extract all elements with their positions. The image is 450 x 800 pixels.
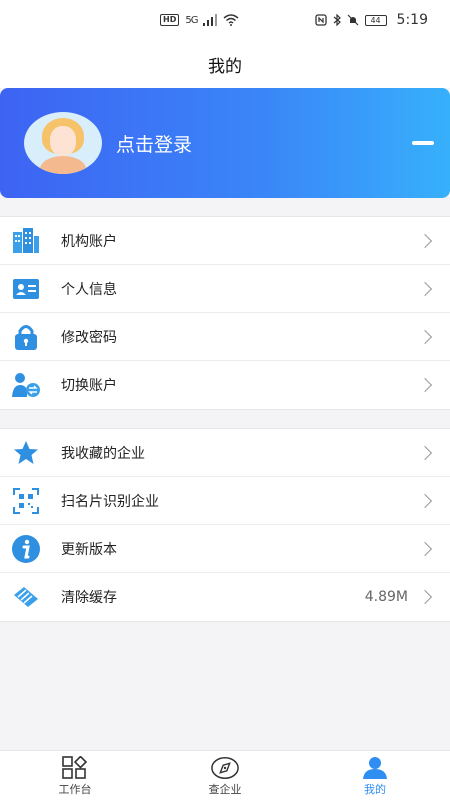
account-menu: 机构账户 个人信息 修改密码 切换账户: [0, 216, 450, 410]
id-card-icon: [11, 274, 41, 304]
menu-label: 我收藏的企业: [61, 445, 145, 462]
tab-label: 工作台: [58, 782, 92, 796]
login-link[interactable]: 点击登录: [116, 130, 192, 157]
menu-item-clear-cache[interactable]: 清除缓存 4.89M: [0, 573, 450, 621]
page-title: 我的: [208, 56, 242, 77]
menu-item-switch-account[interactable]: 切换账户: [0, 361, 450, 409]
avatar-body: [40, 156, 86, 174]
lock-icon: [11, 322, 41, 352]
minus-icon[interactable]: [412, 141, 434, 145]
avatar[interactable]: [24, 112, 102, 174]
menu-item-scan-card[interactable]: 扫名片识别企业: [0, 477, 450, 525]
cache-size: 4.89M: [364, 589, 408, 605]
menu-label: 切换账户: [61, 378, 117, 394]
avatar-face: [50, 126, 76, 156]
menu-item-personal-info[interactable]: 个人信息: [0, 265, 450, 313]
status-left: HD 5G: [160, 14, 239, 26]
chevron-right-icon: [417, 329, 433, 344]
chevron-right-icon: [417, 589, 433, 605]
menu-item-org-account[interactable]: 机构账户: [0, 217, 450, 265]
tab-label: 我的: [364, 782, 386, 796]
bluetooth-icon: [333, 14, 341, 26]
status-bar: HD 5G 44 5:19: [0, 0, 450, 40]
profile-card[interactable]: 点击登录: [0, 88, 450, 198]
broom-icon: [11, 582, 41, 612]
tab-label: 查企业: [208, 782, 242, 796]
nfc-icon: [314, 14, 327, 26]
wifi-icon: [223, 14, 239, 26]
chevron-right-icon: [417, 445, 433, 460]
menu-label: 更新版本: [61, 541, 117, 558]
menu-label: 扫名片识别企业: [61, 493, 159, 510]
bottom-nav: 工作台 查企业 我的: [0, 750, 450, 800]
switch-user-icon: [11, 370, 41, 400]
tab-search-company[interactable]: 查企业: [165, 755, 285, 797]
title-bar: 我的: [0, 40, 450, 88]
menu-item-change-password[interactable]: 修改密码: [0, 313, 450, 361]
tab-mine[interactable]: 我的: [315, 755, 435, 797]
menu-label: 清除缓存: [61, 590, 117, 606]
chevron-right-icon: [417, 377, 433, 393]
status-right: 44 5:19: [314, 12, 428, 28]
grid-icon: [61, 755, 89, 781]
building-icon: [11, 226, 41, 256]
chevron-right-icon: [417, 493, 433, 508]
signal-icon: [203, 14, 218, 26]
tools-menu: 我收藏的企业 扫名片识别企业 更新版本 清除缓存 4.89M: [0, 428, 450, 622]
menu-label: 修改密码: [61, 329, 117, 346]
menu-item-update-version[interactable]: 更新版本: [0, 525, 450, 573]
network-type: 5G: [185, 14, 198, 26]
mute-bell-icon: [347, 14, 358, 26]
tab-workbench[interactable]: 工作台: [15, 755, 135, 797]
chevron-right-icon: [417, 541, 433, 556]
menu-label: 机构账户: [61, 233, 117, 250]
star-icon: [11, 438, 41, 468]
menu-label: 个人信息: [61, 281, 117, 298]
chevron-right-icon: [417, 281, 433, 296]
clock: 5:19: [396, 12, 428, 28]
menu-item-favorites[interactable]: 我收藏的企业: [0, 429, 450, 477]
scan-icon: [11, 486, 41, 516]
hd-badge: HD: [160, 14, 180, 26]
user-icon: [361, 755, 389, 781]
info-icon: [11, 534, 41, 564]
battery-icon: 44: [364, 14, 387, 26]
chevron-right-icon: [417, 233, 433, 248]
compass-icon: [211, 755, 239, 781]
